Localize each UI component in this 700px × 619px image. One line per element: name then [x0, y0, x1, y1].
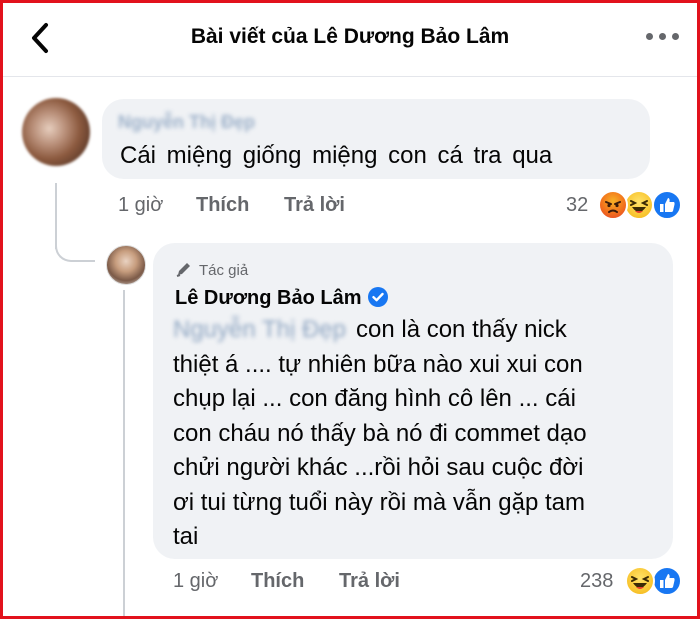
comment-like-button[interactable]: Thích: [196, 194, 249, 217]
commenter-name[interactable]: Nguyễn Thị Đẹp: [118, 112, 255, 133]
author-avatar[interactable]: [106, 245, 146, 285]
reply-reply-button[interactable]: Trả lời: [339, 570, 400, 593]
reply-line: ơi tui từng tuổi này rồi mà vẫn gặp tam: [173, 488, 586, 516]
comment-actions: 1 giờ Thích Trả lời: [118, 194, 418, 220]
reply-actions: 1 giờ Thích Trả lời: [173, 570, 473, 596]
like-reaction-icon[interactable]: [652, 190, 682, 220]
thread-connector-curve: [55, 232, 95, 262]
verified-badge-icon: [367, 287, 388, 307]
comment-text: Cái miệng giống miệng con cá tra qua: [120, 142, 553, 169]
pen-icon: [175, 260, 193, 282]
reply-author-name: Lê Dương Bảo Lâm: [175, 287, 388, 310]
reply-like-button[interactable]: Thích: [251, 570, 304, 593]
commenter-avatar[interactable]: [22, 98, 90, 166]
reply-author-link[interactable]: Lê Dương Bảo Lâm: [175, 287, 362, 309]
comment-bubble: Nguyễn Thị Đẹp Cái miệng giống miệng con…: [102, 99, 650, 179]
reply-line: thiệt á .... tự nhiên bữa nào xui xui co…: [173, 350, 583, 378]
author-badge: Tác giả: [175, 260, 248, 282]
haha-reaction-icon[interactable]: [625, 566, 655, 596]
reply-line: chụp lại ... con đăng hình cô lên ... cá…: [173, 385, 576, 412]
page-title: Bài viết của Lê Dương Bảo Lâm: [190, 25, 510, 48]
haha-reaction-icon[interactable]: [624, 190, 654, 220]
reply-line: con là con thấy nick: [356, 316, 567, 343]
comment-reply-button[interactable]: Trả lời: [284, 194, 345, 217]
angry-reaction-icon[interactable]: [598, 190, 628, 220]
comment-time: 1 giờ: [118, 194, 164, 216]
reply-text: Nguyễn Thị Đẹp con là con thấy nick thiệt…: [173, 313, 658, 555]
reply-bubble: Tác giả Lê Dương Bảo Lâm Nguyễn Thị Đẹp c…: [153, 243, 673, 559]
reply-line: tai: [173, 523, 199, 550]
reply-thread-line: [123, 290, 125, 619]
like-reaction-icon[interactable]: [652, 566, 682, 596]
mention-link[interactable]: Nguyễn Thị Đẹp: [173, 313, 346, 348]
more-dots-icon[interactable]: [646, 31, 680, 43]
top-header: Bài viết của Lê Dương Bảo Lâm: [0, 0, 700, 77]
reply-reaction-count[interactable]: 238: [580, 570, 613, 593]
comment-reaction-count[interactable]: 32: [566, 194, 588, 217]
reply-line: con cháu nó thấy bà nó đi commet dạo: [173, 419, 587, 447]
author-badge-label: Tác giả: [199, 261, 249, 279]
reply-time: 1 giờ: [173, 570, 219, 592]
reply-line: chửi người khác ...rồi hỏi sau cuộc đời: [173, 454, 584, 481]
